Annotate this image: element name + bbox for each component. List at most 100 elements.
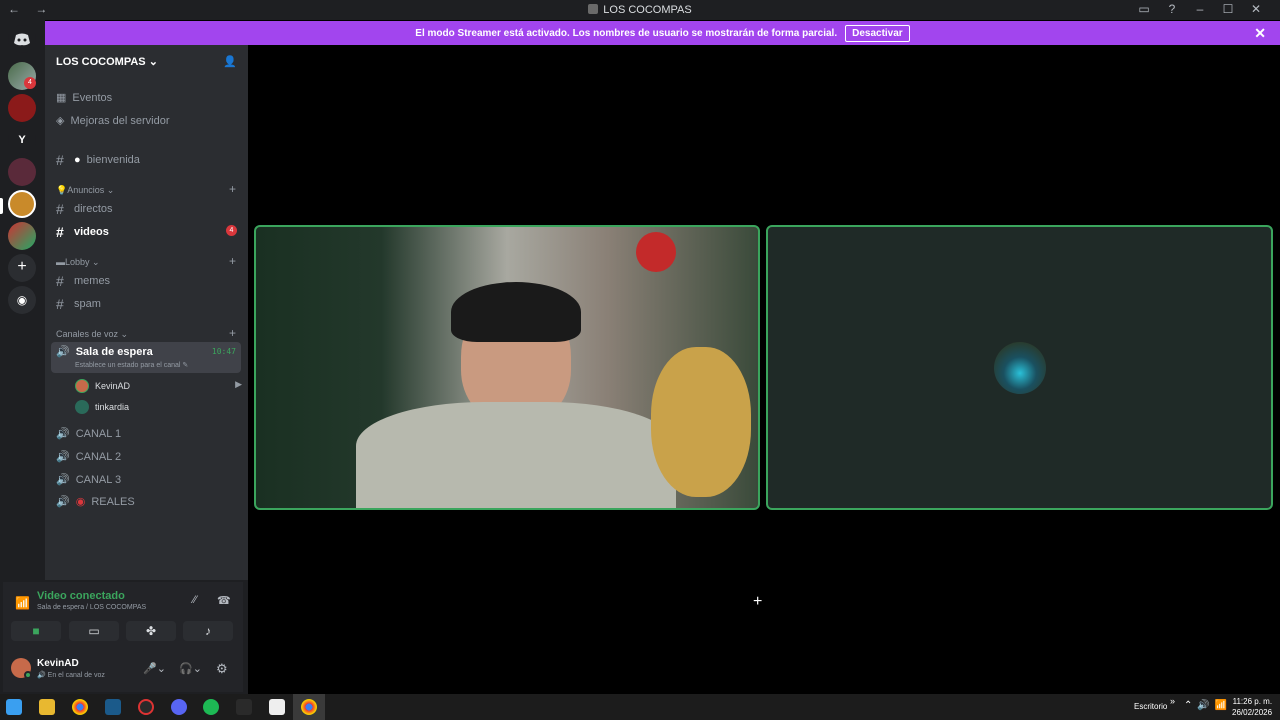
server-icon-2[interactable] xyxy=(8,94,36,122)
hash-icon: # xyxy=(56,201,64,217)
file-explorer-icon[interactable] xyxy=(39,699,55,715)
add-channel-icon[interactable]: + xyxy=(229,254,236,268)
discover-icon[interactable]: ◉ xyxy=(8,286,36,314)
channel-memes[interactable]: # memes xyxy=(56,273,110,289)
avatar xyxy=(75,379,89,393)
soundboard-button[interactable]: ♪ xyxy=(183,621,233,641)
voice-location[interactable]: Sala de espera / LOS COCOMPAS xyxy=(37,604,146,611)
voice-timer: 10:47 xyxy=(211,347,236,356)
voice-stage: + xyxy=(248,45,1280,694)
desktop-label[interactable]: Escritorio xyxy=(1134,702,1167,711)
chrome-icon[interactable] xyxy=(72,699,88,715)
server-icon-4[interactable] xyxy=(8,222,36,250)
window-titlebar: ← → LOS COCOMPAS ▭ ? – ☐ ✕ xyxy=(0,0,1280,20)
voice-canal-1[interactable]: 🔊 CANAL 1 xyxy=(56,427,121,441)
webcam-guitar xyxy=(651,347,751,497)
chevron-down-icon: ⌄ xyxy=(148,56,158,68)
invite-icon[interactable]: 👤 xyxy=(223,55,237,68)
tray-icons[interactable]: ⌃🔊📶 xyxy=(1184,700,1232,711)
category-anuncios[interactable]: 💡Anuncios ⌄ xyxy=(56,185,114,196)
speaker-icon: 🔊 xyxy=(56,346,70,358)
clock[interactable]: 11:26 p. m. 26/02/2026 xyxy=(1232,696,1272,718)
boosts-item[interactable]: ◈ Mejoras del servidor xyxy=(56,114,170,128)
webcam-hoodie xyxy=(356,402,676,508)
window-title: LOS COCOMPAS xyxy=(0,4,1280,16)
noise-suppression-icon[interactable]: ⁄⁄ xyxy=(193,594,197,606)
capcut-icon[interactable] xyxy=(269,699,285,715)
chrome-active-icon[interactable] xyxy=(301,699,317,715)
disconnect-icon[interactable]: ☎ xyxy=(217,594,231,607)
camera-toggle-button[interactable]: ■ xyxy=(11,621,61,641)
voice-canal-2[interactable]: 🔊 CANAL 2 xyxy=(56,450,121,464)
camera-icon: ▶ xyxy=(235,379,242,389)
server-icon-active[interactable] xyxy=(8,190,36,218)
active-server-indicator xyxy=(0,198,3,214)
hash-icon: # xyxy=(56,296,64,312)
voice-user-tinkardia[interactable]: tinkardia xyxy=(75,400,129,414)
add-server-icon[interactable]: + xyxy=(8,254,36,282)
discord-home-icon[interactable] xyxy=(8,25,36,53)
hash-icon: # xyxy=(56,273,64,289)
screen-share-button[interactable]: ▭ xyxy=(69,621,119,641)
channel-sidebar: LOS COCOMPAS ⌄ 👤 ▦ Eventos ◈ Mejoras del s… xyxy=(45,45,248,580)
headphones-icon[interactable]: 🎧⌄ xyxy=(179,662,202,675)
epic-games-icon[interactable] xyxy=(236,699,252,715)
avatar xyxy=(994,342,1046,394)
eye-icon: ◉ xyxy=(75,496,86,508)
user-name[interactable]: KevinAD xyxy=(37,658,79,669)
server-badge: 4 xyxy=(24,77,36,89)
voice-status[interactable]: Video conectado xyxy=(37,590,125,602)
add-channel-icon[interactable]: + xyxy=(229,182,236,196)
banner-text: El modo Streamer está activado. Los nomb… xyxy=(415,27,838,39)
voice-user-kevinad[interactable]: KevinAD xyxy=(75,379,130,393)
speaker-icon: 🔊 xyxy=(56,451,70,463)
chevron-icon[interactable]: » xyxy=(1170,696,1175,706)
boost-icon: ◈ xyxy=(56,115,65,127)
streamer-mode-banner: El modo Streamer está activado. Los nomb… xyxy=(45,21,1280,45)
channel-bienvenida[interactable]: # ● bienvenida xyxy=(56,152,140,168)
unread-badge: 4 xyxy=(226,225,237,236)
discord-taskbar-icon[interactable] xyxy=(171,699,187,715)
speaker-icon: 🔊 xyxy=(37,672,46,679)
settings-gear-icon[interactable]: ⚙ xyxy=(216,661,228,677)
add-channel-icon[interactable]: + xyxy=(229,326,236,340)
banner-close-icon[interactable]: ✕ xyxy=(1254,25,1266,42)
video-tile-tinkardia[interactable] xyxy=(766,225,1273,510)
server-header[interactable]: LOS COCOMPAS ⌄ 👤 xyxy=(45,45,248,77)
avatar xyxy=(75,400,89,414)
maximize-button[interactable]: ☐ xyxy=(1214,2,1242,16)
activities-button[interactable]: ✤ xyxy=(126,621,176,641)
close-window-button[interactable]: ✕ xyxy=(1242,2,1270,16)
windows-start-icon[interactable] xyxy=(6,699,22,715)
spotify-icon[interactable] xyxy=(203,699,219,715)
calendar-icon: ▦ xyxy=(56,92,67,104)
category-voice[interactable]: Canales de voz ⌄ xyxy=(56,329,128,340)
voice-connection-panel: 📶 Video conectado Sala de espera / LOS C… xyxy=(3,582,243,692)
server-icon xyxy=(588,4,599,14)
speaker-icon: 🔊 xyxy=(56,428,70,440)
server-icon-y[interactable]: Y xyxy=(8,126,36,154)
cursor-crosshair-icon: + xyxy=(753,593,763,610)
minimize-button[interactable]: – xyxy=(1186,2,1214,16)
circle-icon: ● xyxy=(74,154,81,166)
voice-reales[interactable]: 🔊 ◉ REALES xyxy=(56,495,135,509)
help-icon[interactable]: ? xyxy=(1158,2,1186,16)
disable-streamer-button[interactable]: Desactivar xyxy=(845,24,910,42)
steam-icon[interactable] xyxy=(105,699,121,715)
video-tile-kevinad[interactable] xyxy=(254,225,760,510)
channel-spam[interactable]: # spam xyxy=(56,296,101,312)
voice-room-label[interactable]: 🔊 Sala de espera xyxy=(56,345,153,359)
server-icon-3[interactable] xyxy=(8,158,36,186)
webcam-decor xyxy=(636,232,676,272)
online-status-dot xyxy=(24,671,32,679)
channel-videos[interactable]: # videos xyxy=(56,224,109,240)
inbox-icon[interactable]: ▭ xyxy=(1130,2,1158,16)
category-lobby[interactable]: ▬Lobby ⌄ xyxy=(56,257,100,268)
channel-directos[interactable]: # directos xyxy=(56,201,113,217)
microphone-icon[interactable]: 🎤⌄ xyxy=(143,662,166,675)
voice-canal-3[interactable]: 🔊 CANAL 3 xyxy=(56,473,121,487)
signal-icon: 📶 xyxy=(15,596,30,610)
app-icon[interactable] xyxy=(138,699,154,715)
events-item[interactable]: ▦ Eventos xyxy=(56,91,112,105)
voice-status-text[interactable]: Establece un estado para el canal ✎ xyxy=(75,361,188,369)
